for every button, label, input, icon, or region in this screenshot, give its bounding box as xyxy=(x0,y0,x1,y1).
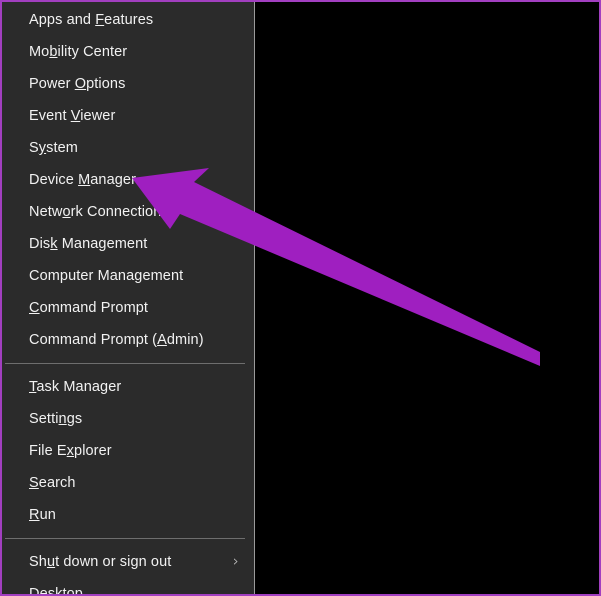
menu-item-label: Command Prompt xyxy=(29,300,149,316)
menu-item-search[interactable]: Search xyxy=(2,467,254,499)
menu-item-label: Disk Management xyxy=(29,236,148,252)
menu-group-system-tools: Apps and Features Mobility Center Power … xyxy=(2,4,254,356)
menu-item-command-prompt[interactable]: Command Prompt xyxy=(2,292,254,324)
menu-item-label: Mobility Center xyxy=(29,44,128,60)
menu-item-label: Apps and Features xyxy=(29,12,154,28)
menu-item-label: Power Options xyxy=(29,76,126,92)
menu-item-mobility-center[interactable]: Mobility Center xyxy=(2,36,254,68)
menu-item-file-explorer[interactable]: File Explorer xyxy=(2,435,254,467)
menu-group-session-actions: Shut down or sign out › Desktop xyxy=(2,546,254,596)
menu-item-label: Device Manager xyxy=(29,172,136,188)
menu-item-label: Task Manager xyxy=(29,379,122,395)
menu-item-label: Command Prompt (Admin) xyxy=(29,332,204,348)
screenshot-root: Apps and Features Mobility Center Power … xyxy=(0,0,601,596)
menu-separator-1 xyxy=(5,363,245,364)
menu-item-label: Shut down or sign out xyxy=(29,554,172,570)
menu-item-label: Event Viewer xyxy=(29,108,116,124)
menu-item-power-options[interactable]: Power Options xyxy=(2,68,254,100)
menu-item-label: System xyxy=(29,140,78,156)
menu-item-label: File Explorer xyxy=(29,443,112,459)
menu-item-device-manager[interactable]: Device Manager xyxy=(2,164,254,196)
menu-group-shell-tools: Task Manager Settings File Explorer Sear… xyxy=(2,371,254,531)
menu-item-desktop[interactable]: Desktop xyxy=(2,578,254,596)
menu-item-run[interactable]: Run xyxy=(2,499,254,531)
menu-item-task-manager[interactable]: Task Manager xyxy=(2,371,254,403)
menu-item-apps-and-features[interactable]: Apps and Features xyxy=(2,4,254,36)
menu-item-settings[interactable]: Settings xyxy=(2,403,254,435)
power-user-menu[interactable]: Apps and Features Mobility Center Power … xyxy=(2,2,255,596)
menu-item-event-viewer[interactable]: Event Viewer xyxy=(2,100,254,132)
menu-item-command-prompt-admin[interactable]: Command Prompt (Admin) xyxy=(2,324,254,356)
menu-item-label: Network Connections xyxy=(29,204,169,220)
menu-item-label: Computer Management xyxy=(29,268,184,284)
menu-item-network-connections[interactable]: Network Connections xyxy=(2,196,254,228)
menu-item-label: Desktop xyxy=(29,586,83,596)
menu-item-disk-management[interactable]: Disk Management xyxy=(2,228,254,260)
menu-item-label: Run xyxy=(29,507,56,523)
menu-item-label: Settings xyxy=(29,411,83,427)
chevron-right-icon: › xyxy=(232,552,239,570)
menu-separator-2 xyxy=(5,538,245,539)
menu-item-system[interactable]: System xyxy=(2,132,254,164)
menu-item-computer-management[interactable]: Computer Management xyxy=(2,260,254,292)
menu-item-shut-down-or-sign-out[interactable]: Shut down or sign out › xyxy=(2,546,254,578)
menu-item-label: Search xyxy=(29,475,76,491)
